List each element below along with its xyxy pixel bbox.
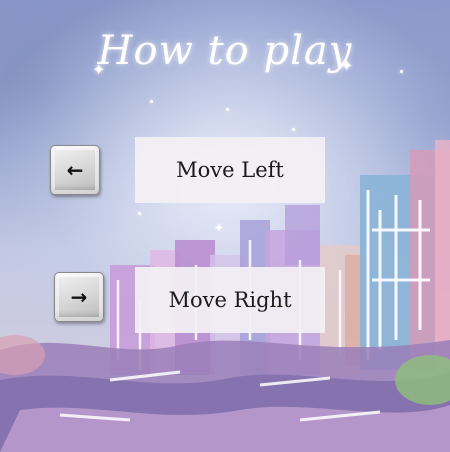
- page-title: How to play: [97, 28, 353, 74]
- move-left-label: Move Left: [176, 158, 284, 182]
- right-arrow-glyph: →: [70, 285, 88, 309]
- move-right-label: Move Right: [168, 288, 292, 312]
- star-dot: [138, 212, 141, 215]
- star-dot: [150, 100, 153, 103]
- sparkle-icon: ✦: [214, 221, 225, 235]
- star-dot: [292, 128, 295, 131]
- how-to-play-screen: ✦ ✦ ✦ How to play ← Move Left → Move Rig…: [0, 0, 450, 452]
- star-dot: [226, 108, 229, 111]
- left-arrow-key-icon: ←: [50, 145, 100, 195]
- move-left-label-box: Move Left: [135, 137, 325, 203]
- tall-tower: [435, 140, 450, 370]
- background-building: [285, 205, 320, 265]
- move-right-label-box: Move Right: [135, 267, 325, 333]
- left-arrow-glyph: ←: [66, 158, 84, 182]
- right-arrow-key-icon: →: [54, 272, 104, 322]
